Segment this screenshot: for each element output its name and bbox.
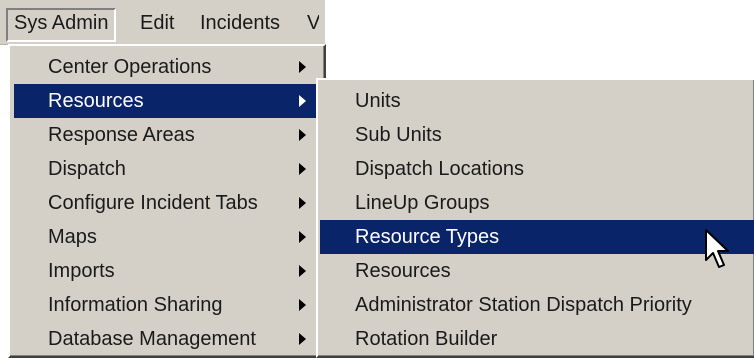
menu-item-information-sharing[interactable]: Information Sharing [14, 288, 320, 322]
submenu-item-label: Resources [355, 260, 451, 282]
menu-edit[interactable]: Edit [134, 8, 180, 38]
submenu-item-administrator-station-dispatch-priority[interactable]: Administrator Station Dispatch Priority [320, 288, 754, 322]
submenu-item-rotation-builder[interactable]: Rotation Builder [320, 322, 754, 356]
submenu-arrow-icon [299, 197, 306, 209]
resources-submenu: Units Sub Units Dispatch Locations LineU… [316, 78, 754, 358]
menu-item-label: Response Areas [48, 124, 195, 146]
submenu-item-resources[interactable]: Resources [320, 254, 754, 288]
submenu-arrow-icon [299, 163, 306, 175]
submenu-arrow-icon [299, 299, 306, 311]
menu-item-imports[interactable]: Imports [14, 254, 320, 288]
menu-sys-admin[interactable]: Sys Admin [6, 8, 117, 42]
menu-item-configure-incident-tabs[interactable]: Configure Incident Tabs [14, 186, 320, 220]
menu-bar: Sys Admin Edit Incidents V [0, 0, 325, 45]
submenu-item-label: Resource Types [355, 226, 500, 248]
submenu-item-label: Units [355, 90, 401, 112]
submenu-item-lineup-groups[interactable]: LineUp Groups [320, 186, 754, 220]
menu-item-label: Maps [48, 226, 97, 248]
menu-incidents[interactable]: Incidents [194, 8, 286, 38]
menu-item-maps[interactable]: Maps [14, 220, 320, 254]
menu-item-label: Database Management [48, 328, 256, 350]
submenu-item-label: Dispatch Locations [355, 158, 524, 180]
submenu-arrow-icon [299, 129, 306, 141]
submenu-item-dispatch-locations[interactable]: Dispatch Locations [320, 152, 754, 186]
menu-item-center-operations[interactable]: Center Operations [14, 50, 320, 84]
submenu-item-units[interactable]: Units [320, 84, 754, 118]
submenu-arrow-icon [299, 231, 306, 243]
submenu-arrow-icon [299, 61, 306, 73]
menu-item-resources[interactable]: Resources [14, 84, 320, 118]
submenu-item-label: LineUp Groups [355, 192, 490, 214]
submenu-item-sub-units[interactable]: Sub Units [320, 118, 754, 152]
menu-item-label: Imports [48, 260, 115, 282]
submenu-item-label: Sub Units [355, 124, 442, 146]
submenu-item-label: Administrator Station Dispatch Priority [355, 294, 692, 316]
submenu-arrow-icon [299, 265, 306, 277]
menu-item-label: Dispatch [48, 158, 126, 180]
menu-item-database-management[interactable]: Database Management [14, 322, 320, 356]
menu-item-label: Center Operations [48, 56, 212, 78]
submenu-arrow-icon [299, 95, 306, 107]
menu-item-label: Information Sharing [48, 294, 223, 316]
menu-item-label: Resources [48, 90, 144, 112]
submenu-item-resource-types[interactable]: Resource Types [320, 220, 754, 254]
menu-item-dispatch[interactable]: Dispatch [14, 152, 320, 186]
menu-view-truncated[interactable]: V [307, 8, 319, 38]
submenu-item-label: Rotation Builder [355, 328, 498, 350]
mouse-pointer-icon [705, 229, 729, 268]
menu-item-label: Configure Incident Tabs [48, 192, 258, 214]
menu-item-response-areas[interactable]: Response Areas [14, 118, 320, 152]
submenu-arrow-icon [299, 333, 306, 345]
sys-admin-dropdown: Center Operations Resources Response Are… [8, 44, 326, 358]
